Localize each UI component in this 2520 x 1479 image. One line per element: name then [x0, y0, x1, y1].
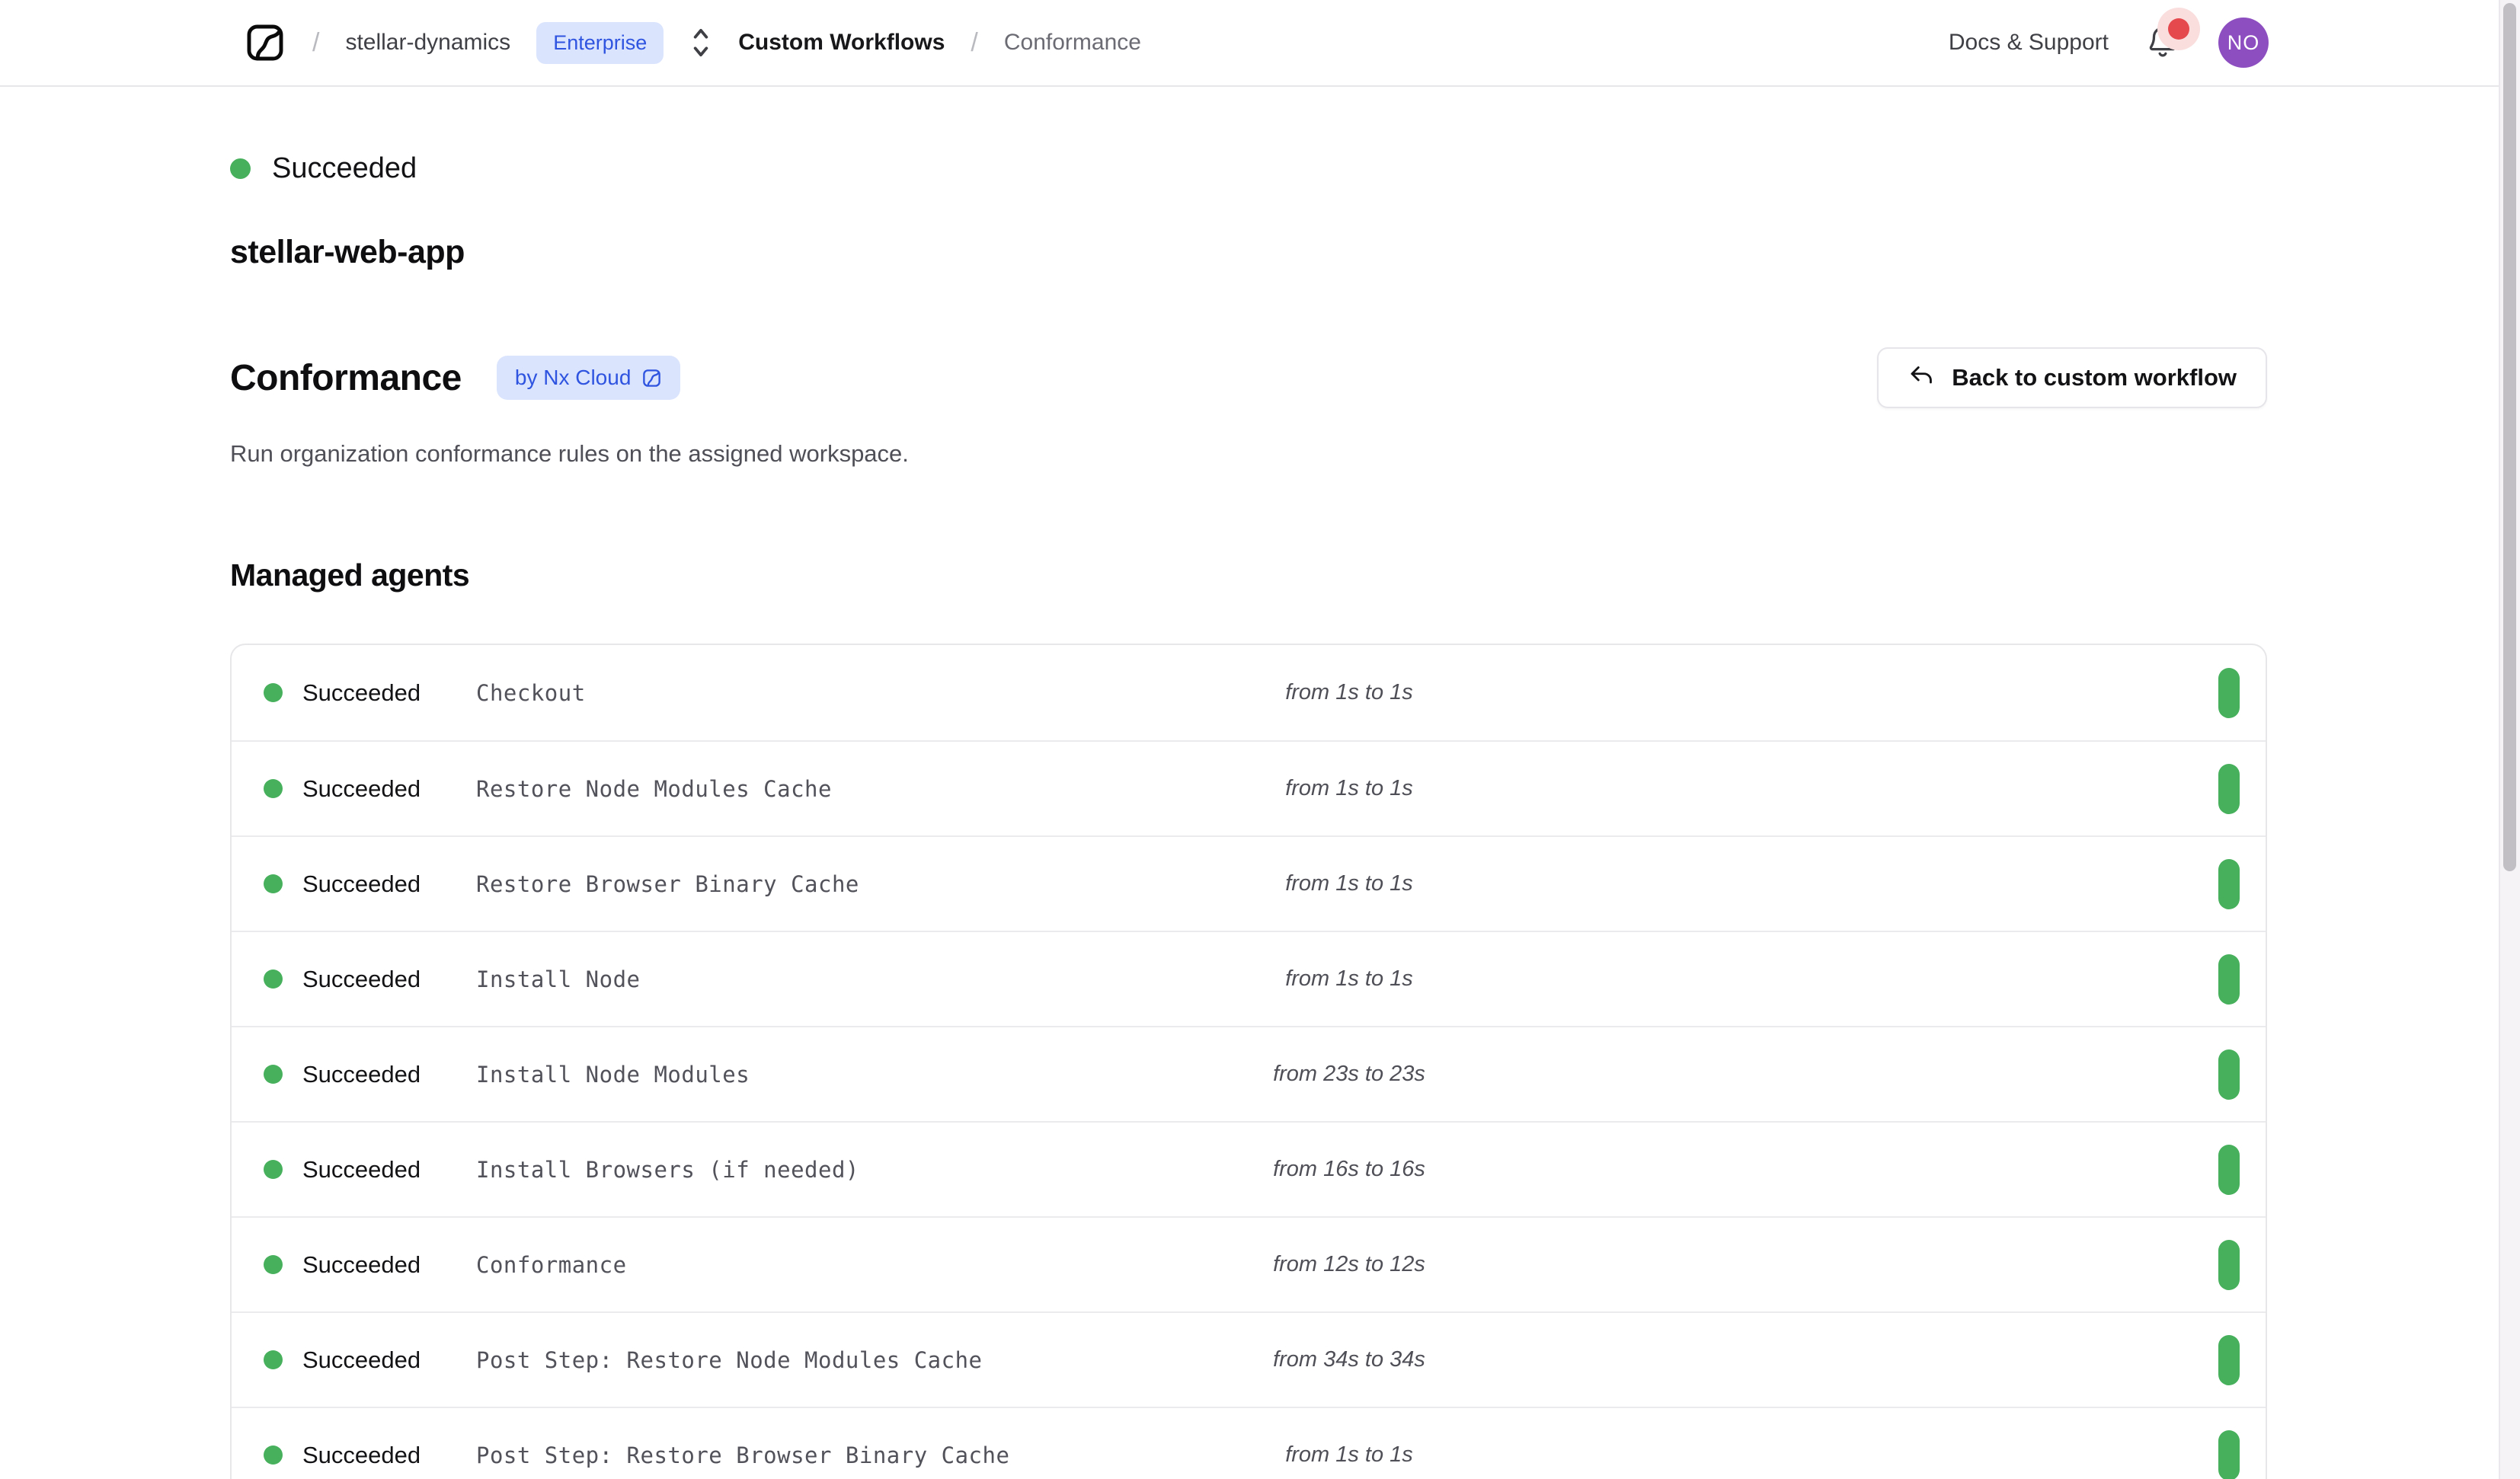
step-success-dot	[264, 1445, 283, 1465]
workflow-description: Run organization conformance rules on th…	[230, 440, 2267, 468]
step-timeline-bar[interactable]	[2218, 1145, 2240, 1195]
step-status-label: Succeeded	[302, 1346, 421, 1374]
nx-cloud-badge-icon	[641, 368, 662, 388]
workspace-switcher-button[interactable]	[689, 26, 712, 59]
step-status-label: Succeeded	[302, 1442, 421, 1469]
page-scrollbar-track[interactable]	[2499, 0, 2520, 1479]
enterprise-plan-badge[interactable]: Enterprise	[536, 22, 664, 64]
step-timeline-bar[interactable]	[2218, 764, 2240, 814]
step-duration: from 16s to 16s	[1273, 1157, 1425, 1182]
top-navigation-bar: / stellar-dynamics Enterprise Custom Wor…	[0, 0, 2520, 87]
step-name: Install Node	[476, 966, 641, 992]
workspace-title: stellar-web-app	[230, 234, 2267, 271]
by-nx-cloud-badge[interactable]: by Nx Cloud	[497, 356, 681, 400]
step-success-dot	[264, 874, 283, 893]
top-bar-actions: Docs & Support NO	[1949, 18, 2269, 68]
nx-cloud-logo-icon[interactable]	[244, 21, 286, 64]
breadcrumb-page: Conformance	[1004, 30, 1141, 56]
workflow-title-group: Conformance by Nx Cloud	[230, 356, 680, 400]
step-duration: from 1s to 1s	[1285, 966, 1413, 992]
step-timeline-bar[interactable]	[2218, 1240, 2240, 1290]
step-name: Conformance	[476, 1252, 627, 1278]
agent-step-row[interactable]: Succeeded Post Step: Restore Browser Bin…	[232, 1407, 2266, 1479]
run-status: Succeeded	[230, 152, 2267, 185]
step-success-dot	[264, 1255, 283, 1274]
by-nx-cloud-label: by Nx Cloud	[515, 366, 632, 390]
step-status-label: Succeeded	[302, 775, 421, 803]
breadcrumb-section[interactable]: Custom Workflows	[738, 30, 945, 56]
step-timeline-bar[interactable]	[2218, 1335, 2240, 1385]
step-success-dot	[264, 779, 283, 798]
step-duration: from 1s to 1s	[1285, 680, 1413, 705]
workflow-header-row: Conformance by Nx Cloud	[230, 347, 2267, 408]
breadcrumb-separator: /	[312, 28, 319, 58]
managed-agents-title: Managed agents	[230, 557, 2267, 593]
breadcrumb-separator: /	[971, 28, 977, 58]
agent-step-row[interactable]: Succeeded Restore Browser Binary Cache f…	[232, 835, 2266, 931]
step-status-label: Succeeded	[302, 1156, 421, 1184]
success-status-dot	[230, 158, 251, 179]
step-success-dot	[264, 683, 283, 702]
notification-halo	[2157, 8, 2200, 50]
step-status-label: Succeeded	[302, 1061, 421, 1088]
undo-arrow-icon	[1908, 364, 1935, 391]
agent-step-row[interactable]: Succeeded Restore Node Modules Cache fro…	[232, 740, 2266, 835]
docs-support-link[interactable]: Docs & Support	[1949, 30, 2109, 56]
agent-step-row[interactable]: Succeeded Install Browsers (if needed) f…	[232, 1121, 2266, 1216]
agent-step-row[interactable]: Succeeded Conformance from 12s to 12s	[232, 1216, 2266, 1311]
breadcrumb-org[interactable]: stellar-dynamics	[345, 30, 510, 56]
notifications-button[interactable]	[2145, 24, 2182, 61]
step-timeline-bar[interactable]	[2218, 1430, 2240, 1479]
step-timeline-bar[interactable]	[2218, 1049, 2240, 1100]
step-status-label: Succeeded	[302, 679, 421, 707]
breadcrumb: / stellar-dynamics Enterprise Custom Wor…	[244, 21, 1141, 64]
back-button-label: Back to custom workflow	[1952, 364, 2237, 391]
page-scrollbar-thumb[interactable]	[2503, 3, 2516, 871]
step-success-dot	[264, 1350, 283, 1369]
step-name: Post Step: Restore Browser Binary Cache	[476, 1442, 1009, 1468]
step-duration: from 34s to 34s	[1273, 1347, 1425, 1372]
notification-red-dot	[2168, 18, 2189, 40]
step-duration: from 1s to 1s	[1285, 1442, 1413, 1468]
step-status-label: Succeeded	[302, 1251, 421, 1279]
step-success-dot	[264, 969, 283, 989]
step-name: Restore Node Modules Cache	[476, 776, 832, 802]
step-duration: from 1s to 1s	[1285, 871, 1413, 896]
step-duration: from 12s to 12s	[1273, 1252, 1425, 1277]
user-avatar[interactable]: NO	[2218, 18, 2269, 68]
step-name: Install Browsers (if needed)	[476, 1157, 859, 1183]
step-duration: from 1s to 1s	[1285, 776, 1413, 801]
step-success-dot	[264, 1065, 283, 1084]
back-to-custom-workflow-button[interactable]: Back to custom workflow	[1877, 347, 2267, 408]
step-name: Post Step: Restore Node Modules Cache	[476, 1347, 983, 1373]
nx-cloud-app: / stellar-dynamics Enterprise Custom Wor…	[0, 0, 2520, 1479]
step-duration: from 23s to 23s	[1273, 1062, 1425, 1087]
step-success-dot	[264, 1160, 283, 1179]
step-timeline-bar[interactable]	[2218, 859, 2240, 909]
step-timeline-bar[interactable]	[2218, 954, 2240, 1005]
step-name: Install Node Modules	[476, 1062, 750, 1088]
step-status-label: Succeeded	[302, 870, 421, 898]
main-content: Succeeded stellar-web-app Conformance by…	[0, 152, 2520, 1479]
step-name: Restore Browser Binary Cache	[476, 871, 859, 897]
chevron-up-down-icon	[689, 26, 712, 59]
agent-step-row[interactable]: Succeeded Checkout from 1s to 1s	[232, 645, 2266, 740]
managed-agents-list: Succeeded Checkout from 1s to 1s Succeed…	[230, 644, 2267, 1479]
agent-step-row[interactable]: Succeeded Install Node Modules from 23s …	[232, 1026, 2266, 1121]
run-status-label: Succeeded	[272, 152, 417, 185]
workflow-title: Conformance	[230, 357, 462, 399]
step-name: Checkout	[476, 680, 586, 706]
step-status-label: Succeeded	[302, 966, 421, 993]
step-timeline-bar[interactable]	[2218, 668, 2240, 718]
agent-step-row[interactable]: Succeeded Post Step: Restore Node Module…	[232, 1311, 2266, 1407]
agent-step-row[interactable]: Succeeded Install Node from 1s to 1s	[232, 931, 2266, 1026]
